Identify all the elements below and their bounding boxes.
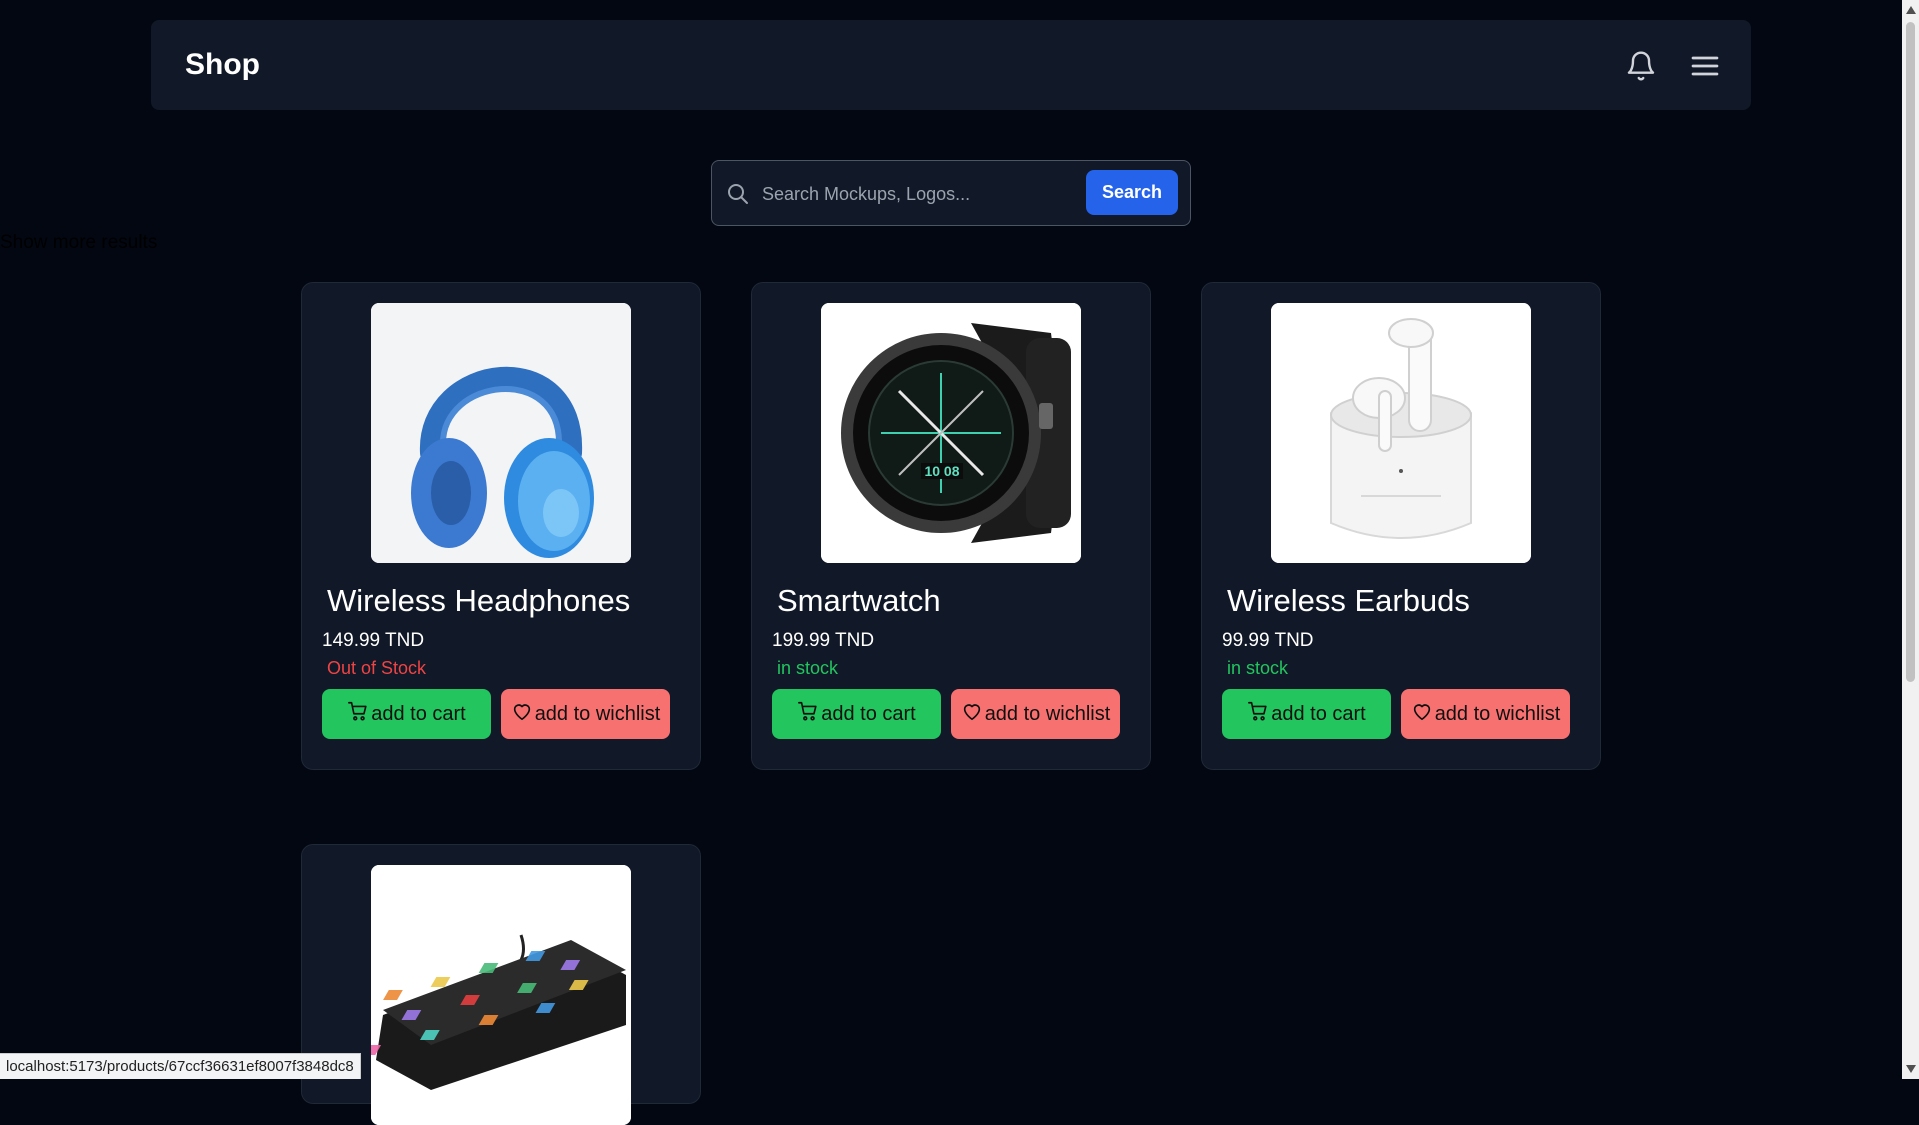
cart-icon bbox=[1247, 700, 1269, 728]
product-name[interactable]: Smartwatch bbox=[777, 583, 941, 619]
add-to-wishlist-label: add to wichlist bbox=[984, 702, 1111, 725]
navbar: Shop bbox=[151, 20, 1751, 110]
search-icon bbox=[726, 182, 750, 206]
search-input[interactable] bbox=[760, 171, 1084, 217]
search-button[interactable]: Search bbox=[1086, 170, 1178, 215]
product-price: 199.99 TND bbox=[772, 630, 875, 651]
cart-icon bbox=[347, 700, 369, 728]
heart-icon bbox=[1411, 700, 1433, 728]
cart-icon bbox=[797, 700, 819, 728]
product-card[interactable]: Wireless Headphones 149.99 TND Out of St… bbox=[301, 282, 701, 770]
add-to-wishlist-button[interactable]: add to wichlist bbox=[951, 689, 1120, 739]
scroll-up-arrow-icon[interactable] bbox=[1906, 6, 1916, 14]
keyboard-image[interactable] bbox=[371, 865, 631, 1125]
product-card[interactable]: 10 08 Smartwatch 199.99 TND in stock add… bbox=[751, 282, 1151, 770]
add-to-cart-button[interactable]: add to cart bbox=[322, 689, 491, 739]
headphones-image[interactable] bbox=[371, 303, 631, 563]
add-to-wishlist-button[interactable]: add to wichlist bbox=[1401, 689, 1570, 739]
product-card[interactable]: Wireless Earbuds 99.99 TND in stock add … bbox=[1201, 282, 1601, 770]
add-to-wishlist-button[interactable]: add to wichlist bbox=[501, 689, 670, 739]
product-name[interactable]: Wireless Headphones bbox=[327, 583, 630, 619]
svg-text:10 08: 10 08 bbox=[924, 463, 959, 479]
show-more-results[interactable]: Show more results bbox=[0, 232, 157, 254]
add-to-cart-label: add to cart bbox=[821, 702, 916, 725]
brand-logo[interactable]: Shop bbox=[185, 48, 260, 82]
product-price: 99.99 TND bbox=[1222, 630, 1314, 651]
stock-status: in stock bbox=[777, 658, 839, 678]
stock-status: Out of Stock bbox=[327, 658, 427, 678]
search-bar: Search bbox=[711, 160, 1191, 226]
product-price: 149.99 TND bbox=[322, 630, 425, 651]
hamburger-menu-icon[interactable] bbox=[1689, 50, 1721, 82]
add-to-cart-label: add to cart bbox=[1271, 702, 1366, 725]
page-scrollbar[interactable] bbox=[1902, 0, 1919, 1079]
earbuds-image[interactable] bbox=[1271, 303, 1531, 563]
bell-icon[interactable] bbox=[1625, 50, 1657, 82]
product-card[interactable] bbox=[301, 844, 701, 1125]
scrollbar-thumb[interactable] bbox=[1906, 22, 1915, 682]
smartwatch-image[interactable]: 10 08 bbox=[821, 303, 1081, 563]
scroll-down-arrow-icon[interactable] bbox=[1906, 1065, 1916, 1073]
add-to-cart-label: add to cart bbox=[371, 702, 466, 725]
add-to-wishlist-label: add to wichlist bbox=[534, 702, 661, 725]
add-to-cart-button[interactable]: add to cart bbox=[772, 689, 941, 739]
add-to-cart-button[interactable]: add to cart bbox=[1222, 689, 1391, 739]
add-to-wishlist-label: add to wichlist bbox=[1434, 702, 1561, 725]
heart-icon bbox=[961, 700, 983, 728]
stock-status: in stock bbox=[1227, 658, 1289, 678]
status-bar-url: localhost:5173/products/67ccf36631ef8007… bbox=[0, 1053, 361, 1079]
heart-icon bbox=[511, 700, 533, 728]
product-name[interactable]: Wireless Earbuds bbox=[1227, 583, 1470, 619]
